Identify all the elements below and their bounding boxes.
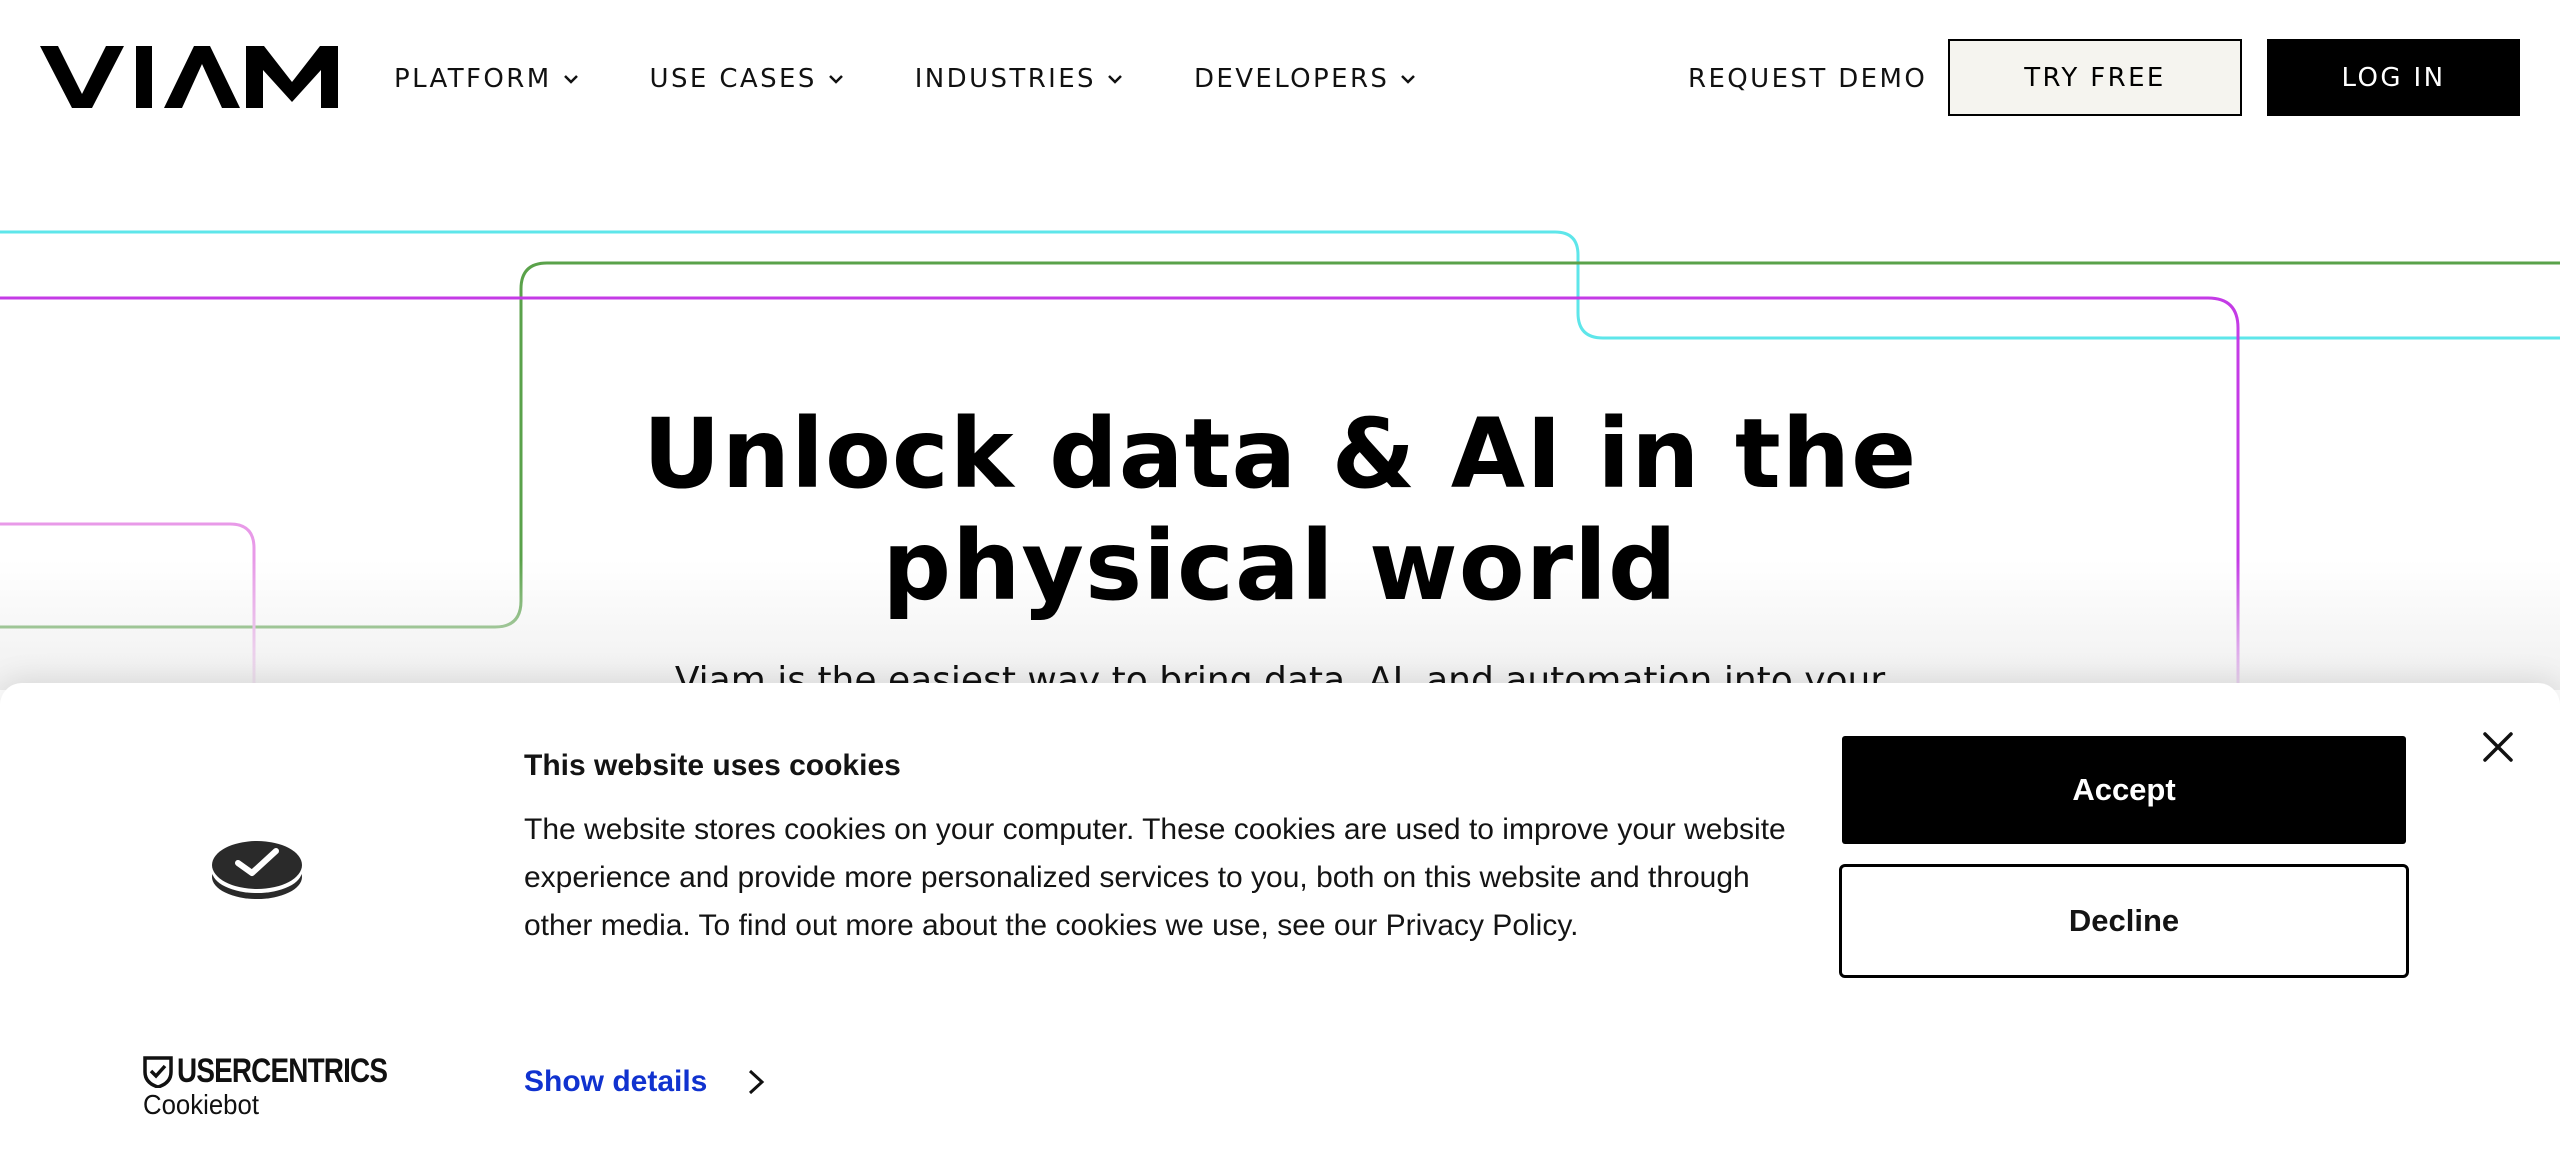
main-nav: PLATFORM USE CASES INDUSTRIES DEVELOPERS	[394, 58, 1487, 100]
try-free-button[interactable]: TRY FREE	[1948, 39, 2242, 116]
decline-button[interactable]: Decline	[1839, 864, 2409, 978]
close-icon[interactable]	[2479, 728, 2517, 766]
nav-developers-label: DEVELOPERS	[1193, 64, 1390, 94]
chevron-down-icon	[828, 75, 843, 84]
usercentrics-cookiebot-logo: USERCENTRICS Cookiebot	[143, 1052, 433, 1121]
brand-sub: Cookiebot	[143, 1089, 260, 1120]
nav-use-cases[interactable]: USE CASES	[650, 58, 845, 100]
brand-name: USERCENTRICS	[177, 1052, 388, 1090]
nav-industries[interactable]: INDUSTRIES	[915, 58, 1124, 100]
show-details-label: Show details	[524, 1065, 708, 1098]
chevron-down-icon	[1401, 75, 1416, 84]
viam-logo[interactable]	[40, 46, 338, 108]
cyan-line	[0, 230, 2560, 340]
chevron-right-icon	[749, 1069, 765, 1095]
hero-title-line-1: Unlock data & AI in the	[642, 398, 1918, 510]
accept-button[interactable]: Accept	[1842, 736, 2406, 844]
chevron-down-icon	[1108, 75, 1122, 84]
hero-title-line-2: physical world	[882, 510, 1678, 622]
chevron-down-icon	[563, 75, 578, 84]
show-details-link[interactable]: Show details	[524, 1065, 765, 1099]
nav-use-cases-label: USE CASES	[649, 64, 817, 94]
request-demo-link[interactable]: REQUEST DEMO	[1688, 58, 1927, 100]
nav-platform-label: PLATFORM	[394, 64, 552, 94]
cookie-title: This website uses cookies	[524, 749, 901, 782]
site-header: PLATFORM USE CASES INDUSTRIES DEVELOPERS…	[0, 0, 2560, 150]
cookie-consent-icon	[212, 841, 302, 899]
cookie-body-text: The website stores cookies on your compu…	[524, 813, 1786, 942]
shield-check-icon	[143, 1055, 173, 1088]
log-in-button[interactable]: LOG IN	[2267, 39, 2520, 116]
nav-platform[interactable]: PLATFORM	[394, 58, 580, 100]
nav-developers[interactable]: DEVELOPERS	[1194, 58, 1417, 100]
nav-industries-label: INDUSTRIES	[914, 64, 1096, 94]
cookie-banner: This website uses cookies The website st…	[0, 683, 2560, 1162]
hero-title: Unlock data & AI in the physical world	[580, 398, 1980, 622]
